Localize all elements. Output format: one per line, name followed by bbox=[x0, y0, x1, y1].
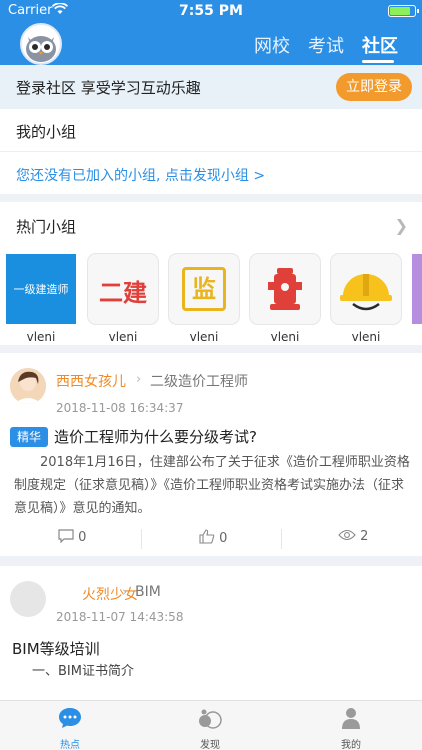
battery-icon bbox=[388, 5, 419, 17]
group-logo: 监 bbox=[169, 254, 239, 324]
divider bbox=[0, 151, 422, 152]
group-card-partial[interactable] bbox=[412, 254, 422, 324]
person-icon bbox=[342, 708, 360, 729]
group-name: vleni bbox=[26, 330, 56, 344]
active-tab-indicator bbox=[362, 60, 394, 63]
like-button[interactable]: 0 bbox=[199, 529, 227, 546]
tab-hot[interactable]: 热点 bbox=[40, 707, 100, 750]
group-logo bbox=[250, 254, 320, 324]
post-time: 2018-11-07 14:43:58 bbox=[56, 610, 184, 624]
group-logo-text: 监 bbox=[182, 267, 226, 311]
status-bar: Carrier 7:55 PM bbox=[0, 0, 422, 22]
hot-groups-title: 热门小组 bbox=[16, 218, 77, 236]
like-count: 0 bbox=[219, 531, 228, 546]
group-card[interactable]: 监 vleni bbox=[169, 254, 239, 344]
group-name: vleni bbox=[351, 330, 381, 344]
eye-icon bbox=[338, 529, 356, 541]
chat-bubble-icon bbox=[59, 708, 81, 728]
tab-shequ[interactable]: 社区 bbox=[362, 32, 398, 58]
thumbs-up-icon bbox=[199, 529, 215, 544]
discover-groups-link[interactable]: 您还没有已加入的小组, 点击发现小组 > bbox=[16, 165, 265, 185]
featured-badge: 精华 bbox=[10, 427, 48, 447]
login-button[interactable]: 立即登录 bbox=[336, 73, 412, 101]
discover-icon bbox=[199, 709, 222, 729]
avatar[interactable] bbox=[10, 368, 46, 404]
views-indicator: 2 bbox=[338, 529, 368, 544]
group-logo-text: 二建 bbox=[99, 279, 147, 307]
post-actions: 0 0 2 bbox=[0, 525, 422, 553]
post-group[interactable]: 二级造价工程师 bbox=[150, 371, 248, 391]
post-author[interactable]: 西西女孩儿 bbox=[56, 371, 126, 391]
clock: 7:55 PM bbox=[179, 3, 243, 19]
avatar[interactable] bbox=[10, 581, 46, 617]
post-title[interactable]: 造价工程师为什么要分级考试? bbox=[54, 426, 257, 447]
owl-logo-icon bbox=[26, 36, 56, 62]
app-header: Carrier 7:55 PM 网校 考试 社区 bbox=[0, 0, 422, 65]
tab-me[interactable]: 我的 bbox=[321, 707, 381, 750]
login-prompt: 登录社区 享受学习互动乐趣 bbox=[16, 79, 201, 97]
comment-icon bbox=[58, 529, 74, 544]
divider bbox=[281, 529, 282, 549]
post-card[interactable]: 西西女孩儿 › 二级造价工程师 2018-11-08 16:34:37 精华 造… bbox=[0, 353, 422, 556]
view-count: 2 bbox=[360, 529, 369, 544]
hard-hat-icon bbox=[340, 274, 392, 311]
user-photo-icon bbox=[10, 368, 46, 404]
tab-discover[interactable]: 发现 bbox=[180, 707, 240, 750]
login-banner: 登录社区 享受学习互动乐趣 立即登录 bbox=[0, 65, 422, 109]
post-time: 2018-11-08 16:34:37 bbox=[56, 401, 184, 415]
divider bbox=[141, 529, 142, 549]
bottom-tab-bar: 热点 发现 我的 bbox=[0, 700, 422, 750]
owl-avatar[interactable] bbox=[20, 23, 62, 65]
my-group-title: 我的小组 bbox=[16, 123, 77, 141]
group-card[interactable]: 二建 vleni bbox=[88, 254, 158, 344]
group-name: vleni bbox=[108, 330, 138, 344]
my-group-section: 我的小组 您还没有已加入的小组, 点击发现小组 > bbox=[0, 109, 422, 194]
tab-label: 发现 bbox=[200, 740, 220, 750]
group-card[interactable]: vleni bbox=[250, 254, 320, 344]
group-logo-text: 一级建造师 bbox=[13, 283, 69, 296]
tab-kaoshi[interactable]: 考试 bbox=[308, 32, 344, 58]
group-name: vleni bbox=[270, 330, 300, 344]
chevron-right-icon: › bbox=[136, 372, 142, 387]
tab-wangxiao[interactable]: 网校 bbox=[254, 32, 290, 58]
group-logo bbox=[331, 254, 401, 324]
group-name: vleni bbox=[189, 330, 219, 344]
post-author[interactable]: 火烈少女 bbox=[82, 584, 138, 604]
group-logo: 一级建造师 bbox=[6, 254, 76, 324]
post-body: 一、BIM证书简介 bbox=[32, 664, 134, 679]
fire-hydrant-icon bbox=[268, 268, 302, 310]
tab-label: 热点 bbox=[60, 740, 80, 750]
comment-button[interactable]: 0 bbox=[58, 529, 86, 545]
tab-label: 我的 bbox=[341, 740, 361, 750]
post-body: 2018年1月16日，住建部公布了关于征求《造价工程师职业资格制度规定（征求意见… bbox=[14, 455, 410, 516]
group-card[interactable]: vleni bbox=[331, 254, 401, 344]
post-card[interactable]: 火烈少女 › BIM 2018-11-07 14:43:58 BIM等级培训 一… bbox=[0, 566, 422, 700]
chevron-right-icon: › bbox=[122, 585, 128, 600]
post-title[interactable]: BIM等级培训 bbox=[12, 638, 100, 659]
hot-groups-section: 热门小组 ❯ 一级建造师 vleni 二建 vleni 监 vleni vlen… bbox=[0, 202, 422, 345]
group-card[interactable]: 一级建造师 vleni bbox=[6, 254, 76, 344]
chevron-right-icon[interactable]: ❯ bbox=[395, 216, 408, 235]
post-group[interactable]: BIM bbox=[135, 584, 161, 600]
comment-count: 0 bbox=[78, 530, 87, 545]
group-logo: 二建 bbox=[88, 254, 158, 324]
